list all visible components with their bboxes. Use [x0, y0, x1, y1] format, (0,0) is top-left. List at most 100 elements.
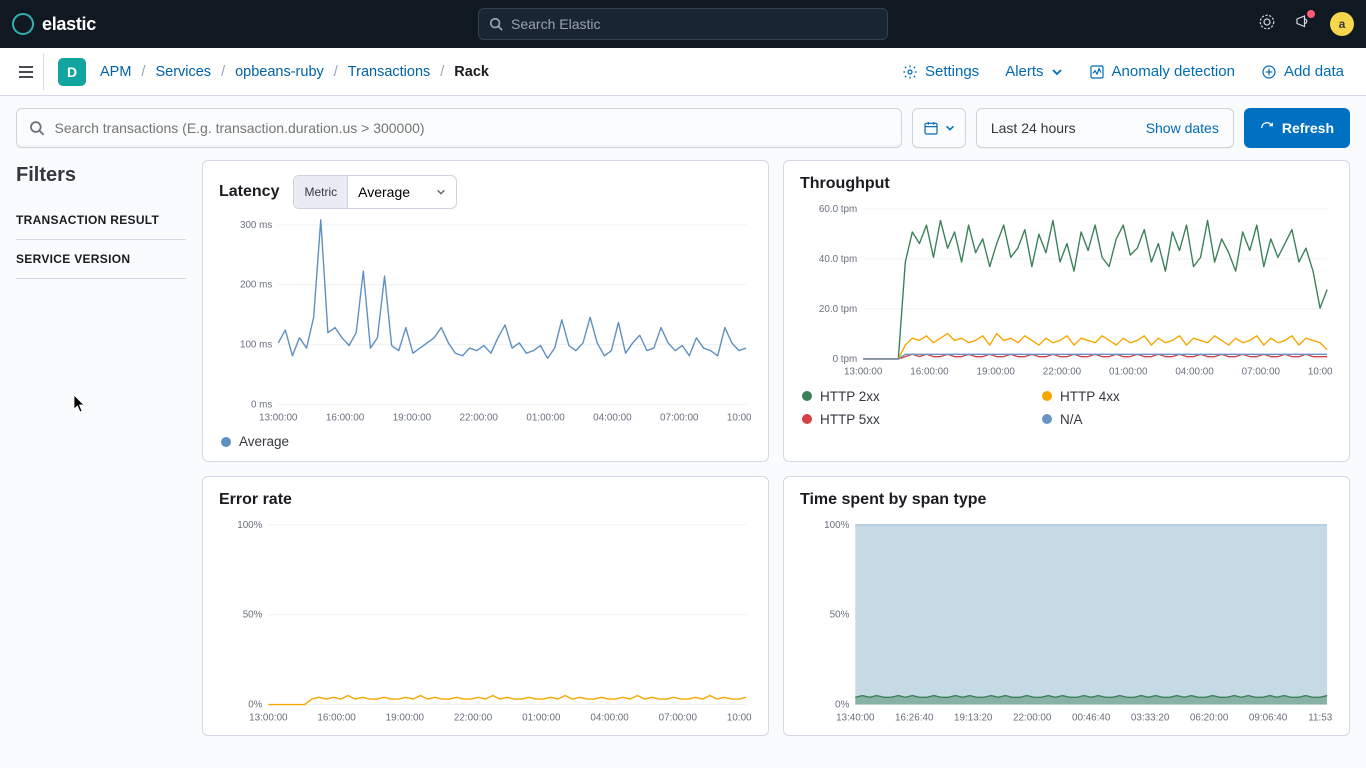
svg-text:200 ms: 200 ms	[240, 280, 272, 291]
svg-text:01:00:00: 01:00:00	[522, 713, 561, 724]
legend-item[interactable]: HTTP 4xx	[1042, 389, 1242, 404]
time-range-label: Last 24 hours	[991, 120, 1076, 136]
svg-text:20.0 tpm: 20.0 tpm	[819, 304, 857, 315]
svg-text:06:20:00: 06:20:00	[1190, 713, 1229, 724]
svg-text:16:00:00: 16:00:00	[910, 367, 949, 378]
app-badge[interactable]: D	[58, 58, 86, 86]
user-avatar[interactable]: a	[1330, 12, 1354, 36]
error-rate-chart[interactable]: 0%50%100%13:00:0016:00:0019:00:0022:00:0…	[219, 517, 752, 724]
svg-text:13:00:00: 13:00:00	[249, 713, 288, 724]
anomaly-icon	[1089, 64, 1105, 80]
logo-text: elastic	[42, 14, 96, 35]
breadcrumb-item[interactable]: APM	[100, 64, 131, 80]
filter-item[interactable]: SERVICE VERSION	[16, 240, 186, 279]
legend-dot	[802, 391, 812, 401]
elastic-logo[interactable]: elastic	[12, 13, 96, 35]
latency-chart[interactable]: 0 ms100 ms200 ms300 ms13:00:0016:00:0019…	[219, 217, 752, 424]
svg-text:16:00:00: 16:00:00	[317, 713, 356, 724]
global-header: elastic Search Elastic a	[0, 0, 1366, 48]
alerts-dropdown[interactable]: Alerts	[1005, 63, 1062, 80]
svg-text:0 tpm: 0 tpm	[833, 354, 858, 365]
svg-text:04:00:00: 04:00:00	[590, 713, 629, 724]
throughput-panel: Throughput 0 tpm 20.0 tpm 40.0 tpm 60.0 tpm…	[783, 160, 1350, 462]
svg-text:50%: 50%	[830, 610, 850, 621]
metric-select[interactable]: Average	[348, 176, 436, 208]
filters-title: Filters	[16, 164, 186, 187]
svg-text:01:00:00: 01:00:00	[1109, 367, 1148, 378]
legend-item[interactable]: HTTP 2xx	[802, 389, 1002, 404]
breadcrumb-item[interactable]: Services	[155, 64, 211, 80]
svg-text:22:00:00: 22:00:00	[1043, 367, 1082, 378]
svg-text:10:00:00: 10:00:00	[1308, 367, 1333, 378]
add-data-link[interactable]: Add data	[1261, 63, 1344, 80]
breadcrumb-item: Rack	[454, 64, 489, 80]
svg-text:07:00:00: 07:00:00	[1242, 367, 1281, 378]
logo-icon	[12, 13, 34, 35]
gear-icon	[902, 64, 918, 80]
svg-text:100 ms: 100 ms	[240, 340, 272, 351]
error-rate-panel: Error rate 0% 50% 100% 13:00:00 16:00:00 19:0…	[202, 476, 769, 735]
settings-link[interactable]: Settings	[902, 63, 979, 80]
svg-text:10:00:00: 10:00:00	[727, 412, 752, 423]
panel-title: Error rate	[219, 491, 292, 509]
svg-text:04:00:00: 04:00:00	[593, 412, 632, 423]
transaction-search-input[interactable]	[55, 120, 889, 136]
filter-item[interactable]: TRANSACTION RESULT	[16, 201, 186, 240]
legend-item[interactable]: N/A	[1042, 412, 1242, 427]
span-type-chart[interactable]: 0%50%100%13:40:0016:26:4019:13:2022:00:0…	[800, 517, 1333, 724]
global-search[interactable]: Search Elastic	[478, 8, 888, 40]
svg-text:0 ms: 0 ms	[251, 399, 272, 410]
svg-text:19:00:00: 19:00:00	[393, 412, 432, 423]
legend-item[interactable]: HTTP 5xx	[802, 412, 1002, 427]
chevron-down-icon	[436, 187, 446, 197]
svg-text:50%: 50%	[243, 610, 263, 621]
news-icon[interactable]	[1294, 13, 1312, 36]
legend-item[interactable]: Average	[221, 434, 289, 449]
svg-text:04:00:00: 04:00:00	[1175, 367, 1214, 378]
svg-text:13:00:00: 13:00:00	[259, 412, 298, 423]
latency-panel: Latency Metric Average 0 ms100 ms200 ms3…	[202, 160, 769, 462]
query-toolbar: Last 24 hours Show dates Refresh	[0, 96, 1366, 160]
svg-text:0%: 0%	[248, 700, 262, 711]
help-icon[interactable]	[1258, 13, 1276, 36]
refresh-button[interactable]: Refresh	[1244, 108, 1350, 148]
plus-circle-icon	[1261, 64, 1277, 80]
legend-dot	[1042, 391, 1052, 401]
svg-text:22:00:00: 22:00:00	[1013, 713, 1052, 724]
breadcrumb-item[interactable]: Transactions	[348, 64, 430, 80]
throughput-chart[interactable]: 0 tpm 20.0 tpm 40.0 tpm 60.0 tpm 13:00:00 16:…	[800, 201, 1333, 379]
svg-text:16:26:40: 16:26:40	[895, 713, 934, 724]
metric-selector[interactable]: Metric Average	[293, 175, 457, 209]
legend-dot	[1042, 414, 1052, 424]
svg-text:01:00:00: 01:00:00	[526, 412, 565, 423]
filters-sidebar: Filters TRANSACTION RESULTSERVICE VERSIO…	[16, 160, 186, 736]
nav-toggle-button[interactable]	[8, 54, 44, 90]
svg-text:03:33:20: 03:33:20	[1131, 713, 1170, 724]
svg-text:40.0 tpm: 40.0 tpm	[819, 254, 857, 265]
svg-text:13:40:00: 13:40:00	[836, 713, 875, 724]
span-type-panel: Time spent by span type 0%50%100%13:40:0…	[783, 476, 1350, 735]
app-header: D APM/Services/opbeans-ruby/Transactions…	[0, 48, 1366, 96]
svg-text:10:00:00: 10:00:00	[727, 713, 752, 724]
svg-text:00:46:40: 00:46:40	[1072, 713, 1111, 724]
svg-text:09:06:40: 09:06:40	[1249, 713, 1288, 724]
anomaly-detection-link[interactable]: Anomaly detection	[1089, 63, 1235, 80]
svg-text:13:00:00: 13:00:00	[844, 367, 883, 378]
show-dates-link[interactable]: Show dates	[1146, 120, 1219, 136]
breadcrumb-item[interactable]: opbeans-ruby	[235, 64, 324, 80]
svg-text:100%: 100%	[237, 520, 262, 531]
svg-text:60.0 tpm: 60.0 tpm	[819, 204, 857, 215]
legend-dot	[221, 437, 231, 447]
svg-text:19:00:00: 19:00:00	[386, 713, 425, 724]
panel-title: Time spent by span type	[800, 491, 986, 509]
date-quick-select[interactable]	[912, 108, 966, 148]
chevron-down-icon	[1051, 66, 1063, 78]
svg-text:19:13:20: 19:13:20	[954, 713, 993, 724]
svg-text:11:53:20: 11:53:20	[1308, 713, 1333, 724]
svg-text:22:00:00: 22:00:00	[460, 412, 499, 423]
svg-text:16:00:00: 16:00:00	[326, 412, 365, 423]
svg-text:07:00:00: 07:00:00	[659, 713, 698, 724]
transaction-search[interactable]	[16, 108, 902, 148]
panel-title: Throughput	[800, 175, 890, 193]
date-range-display[interactable]: Last 24 hours Show dates	[976, 108, 1234, 148]
